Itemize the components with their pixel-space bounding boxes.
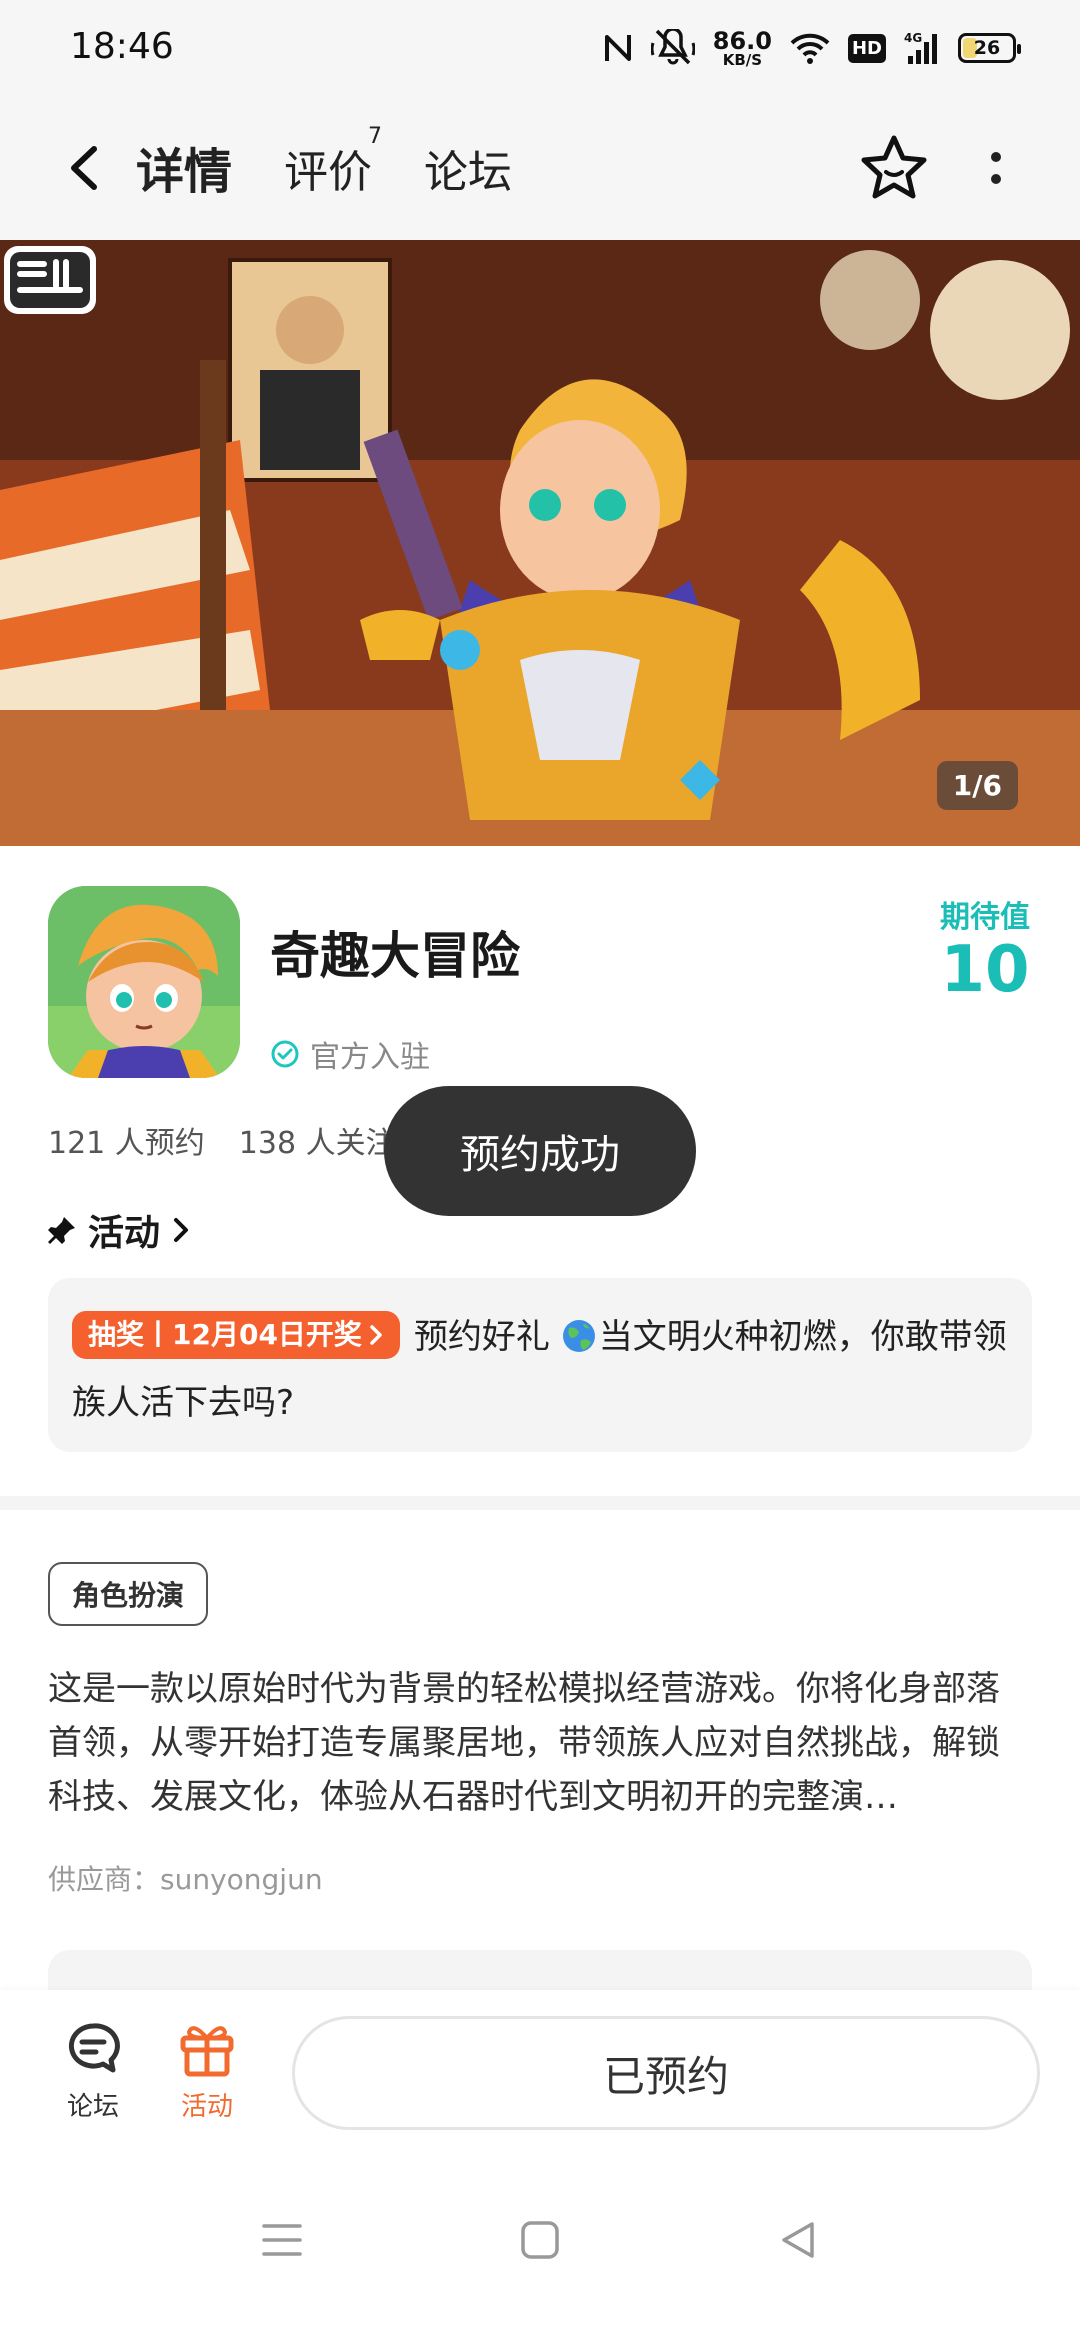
system-navigation-bar [0,2160,1080,2340]
status-bar: 18:46 86.0 KB/S HD 4G 26 [0,0,1080,96]
game-logo [4,246,96,314]
game-stats: 121 人预约 138 人关注 [48,1118,396,1162]
genre-tag[interactable]: 角色扮演 [48,1562,209,1626]
hd-badge: HD [847,33,886,63]
activity-shortcut[interactable]: 活动 [162,2020,252,2123]
home-button[interactable] [510,2210,570,2270]
more-dot-icon [991,152,1001,162]
supplier-info: 供应商：sunyongjun [48,1863,323,1896]
tab-forum[interactable]: 论坛 [424,136,512,200]
forum-chat-icon [68,2023,120,2073]
reservation-success-toast: 预约成功 [384,1086,696,1216]
section-divider [0,1496,1080,1510]
nfc-icon [603,31,633,65]
more-options-button[interactable] [976,140,1016,196]
forum-shortcut[interactable]: 论坛 [48,2020,138,2123]
home-square-icon [521,2221,559,2259]
carousel-page-indicator: 1/6 [936,761,1018,810]
description-section: 角色扮演 这是一款以原始时代为背景的轻松模拟经营游戏。你将化身部落首领，从零开始… [0,1510,1080,2030]
reservation-count: 121 人预约 [48,1126,205,1161]
wifi-icon [790,31,830,65]
signal-icon: 4G [904,30,940,66]
activity-card[interactable]: 抽奖丨12月04日开奖 预约好礼 当文明火种初燃，你敢带领族人活下去吗? [48,1278,1032,1452]
banner-artwork [0,240,1080,846]
verified-check-icon [271,1040,299,1068]
net-speed: 86.0 KB/S [712,26,772,69]
chevron-right-icon [370,1325,382,1345]
gift-icon [180,2026,234,2077]
back-triangle-icon [782,2222,814,2258]
game-description[interactable]: 这是一款以原始时代为背景的轻松模拟经营游戏。你将化身部落首领，从零开始打造专属聚… [48,1662,1032,1824]
screenshot-carousel[interactable]: 1/6 [0,240,1080,846]
system-back-button[interactable] [768,2210,828,2270]
battery-indicator: 26 [958,33,1021,63]
globe-emoji-icon [562,1320,595,1352]
reserved-button[interactable]: 已预约 [292,2016,1040,2130]
mute-icon [650,29,695,67]
pin-icon [48,1217,75,1244]
back-arrow-icon [71,146,97,190]
status-icons: 86.0 KB/S HD 4G 26 [603,22,1021,74]
app-icon [48,886,240,1078]
tab-review[interactable]: 评价 7 [284,124,382,200]
top-nav-bar: 详情 评价 7 论坛 [0,96,1080,240]
lottery-badge: 抽奖丨12月04日开奖 [72,1311,400,1360]
tab-detail[interactable]: 详情 [130,132,239,202]
review-count-badge: 7 [368,124,382,149]
star-icon [861,135,927,199]
expectation-score: 期待值 10 [940,900,1030,1007]
back-button[interactable] [52,136,116,200]
official-badge: 官方入驻 [270,1032,430,1076]
favorite-button[interactable] [858,132,930,204]
activity-description: 抽奖丨12月04日开奖 预约好礼 当文明火种初燃，你敢带领族人活下去吗? [72,1304,1008,1436]
follower-count: 138 人关注 [238,1126,396,1161]
more-dot-icon [991,174,1001,184]
game-title: 奇趣大冒险 [270,927,520,985]
chevron-right-icon [174,1218,189,1242]
status-time: 18:46 [70,26,174,67]
svg-text:4G: 4G [904,31,922,45]
menu-lines-icon [262,2224,302,2256]
activity-section-header[interactable]: 活动 [46,1204,194,1256]
bottom-action-bar: 论坛 活动 已预约 [0,1990,1080,2160]
recent-apps-button[interactable] [252,2210,312,2270]
